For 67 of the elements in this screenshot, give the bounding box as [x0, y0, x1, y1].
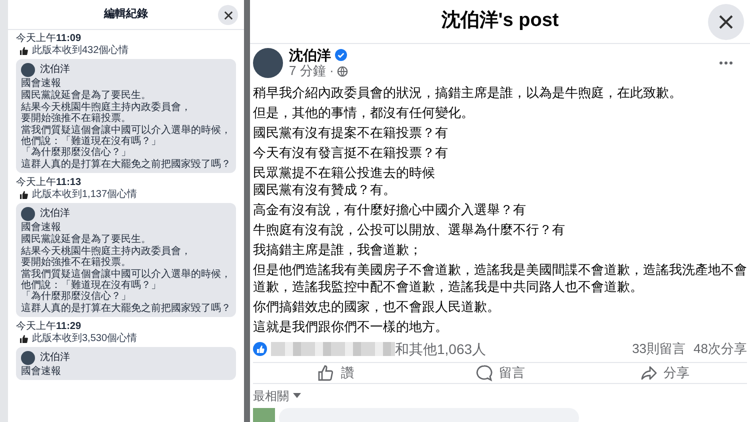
post-text: 國民黨有沒有贊成？有。 [253, 181, 397, 198]
post-text: 你們搞錯效忠的國家，也不會跟人民道歉。 [253, 298, 501, 315]
like-reaction-icon[interactable] [253, 342, 267, 356]
version-text-line: 這群人真的是打算在大罷免之前把國家毀了嗎？ [21, 303, 231, 314]
close-button[interactable] [708, 4, 744, 40]
post-text: 高金有沒有說，有什麼好擔心中國介入選舉？有 [253, 201, 527, 218]
version-text-line: 國民黨說延會是為了要民生。 [21, 234, 152, 245]
version-text-line: 他們說：「難道現在沒有嗎？」 [21, 280, 162, 291]
comment-count[interactable]: 33則留言 [632, 339, 686, 359]
thumbs-up-icon [20, 47, 28, 55]
share-button[interactable]: 分享 [582, 363, 748, 382]
version-text-line: 他們說：「難道現在沒有嗎？」 [21, 136, 162, 147]
author-name[interactable]: 沈伯洋 [289, 47, 331, 63]
post-text: 但是他們造謠我有美國房子不會道歉，造謠我是美國間諜不會道歉，造謠我洗產地不會道歉，造謠我監控中配不會道歉，造謠我是中共同路人也不會道歉。 [253, 261, 747, 295]
post-text: 今天有沒有發言挺不在籍投票？有 [253, 144, 449, 161]
version-text-line: 這群人真的是打算在大罷免之前把國家毀了嗎？ [21, 159, 231, 170]
version-text-line: 要開始強推不在籍投票。 [21, 113, 132, 124]
version-text-line: 「為什麼那麼沒信心？」 [21, 147, 132, 158]
author-name: 沈伯洋 [40, 350, 70, 365]
like-button[interactable]: 讚 [253, 363, 418, 382]
post-text: 民眾黨提不在籍公投進去的時候 [253, 164, 436, 181]
version-text-line: 當我們質疑這個會讓中國可以介入選舉的時候， [21, 125, 231, 136]
author-name: 沈伯洋 [40, 62, 70, 77]
version-text-line: 國會速報 [21, 366, 62, 377]
more-icon[interactable] [719, 61, 733, 65]
close-button[interactable] [218, 5, 238, 25]
post-text: 我搞錯主席是誰，我會道歉； [253, 241, 423, 258]
version-text-line: 「為什麼那麼沒信心？」 [21, 291, 132, 302]
reaction-summary: 此版本收到1,137個心情 [32, 189, 138, 201]
thumbs-up-icon [20, 335, 28, 343]
post-text: 稍早我介紹內政委員會的狀況，搞錯主席是誰，以為是牛煦庭，在此致歉。 [253, 84, 683, 101]
version-text-line: 國會速報 [21, 222, 62, 233]
share-arrow-icon [640, 364, 658, 382]
version-text-line: 當我們質疑這個會讓中國可以介入選舉的時候， [21, 269, 231, 280]
version-text-line: 國會速報 [21, 78, 62, 89]
comment-button[interactable]: 留言 [418, 363, 582, 382]
sort-dropdown[interactable]: 最相關 [253, 386, 289, 404]
thumbs-up-icon [20, 191, 28, 199]
version-text-line: 國民黨說延會是為了要民生。 [21, 90, 152, 101]
version-text-line: 結果今天桃園牛煦庭主持內政委員會， [21, 102, 192, 113]
globe-icon [336, 66, 348, 76]
post-title: 沈伯洋's post [441, 9, 559, 34]
post-text: 這就是我們跟你們不一樣的地方。 [253, 318, 449, 335]
post-time[interactable]: 7 分鐘 · [289, 63, 334, 79]
reaction-summary: 此版本收到432個心情 [32, 45, 129, 57]
author-name: 沈伯洋 [40, 206, 70, 221]
reaction-count[interactable]: 和其他1,063人 [395, 338, 486, 360]
reaction-summary: 此版本收到3,530個心情 [32, 333, 138, 345]
avatar [21, 350, 35, 364]
post-text: 國民黨有沒有提案不在籍投票？有 [253, 124, 449, 141]
speech-bubble-icon [475, 364, 493, 382]
caret-icon [293, 393, 301, 398]
avatar [21, 62, 35, 76]
thumbs-up-icon [316, 364, 335, 382]
version-time: 今天上午11:29 [16, 321, 82, 332]
dialog-title: 編輯紀錄 [104, 6, 148, 22]
avatar[interactable] [253, 48, 283, 78]
close-icon [224, 10, 232, 20]
post-text: 牛煦庭有沒有說，公投可以開放、選舉為什麼不行？有 [253, 221, 566, 238]
version-text-line: 要開始強推不在籍投票。 [21, 257, 132, 268]
version-time: 今天上午11:13 [16, 177, 82, 188]
avatar [21, 206, 35, 220]
version-text-line: 結果今天桃園牛煦庭主持內政委員會， [21, 246, 192, 257]
version-time: 今天上午11:09 [16, 33, 82, 44]
post-text: 但是，其他的事情，都沒有任何變化。 [253, 104, 475, 121]
close-icon [719, 15, 733, 29]
share-count[interactable]: 48次分享 [694, 339, 747, 359]
